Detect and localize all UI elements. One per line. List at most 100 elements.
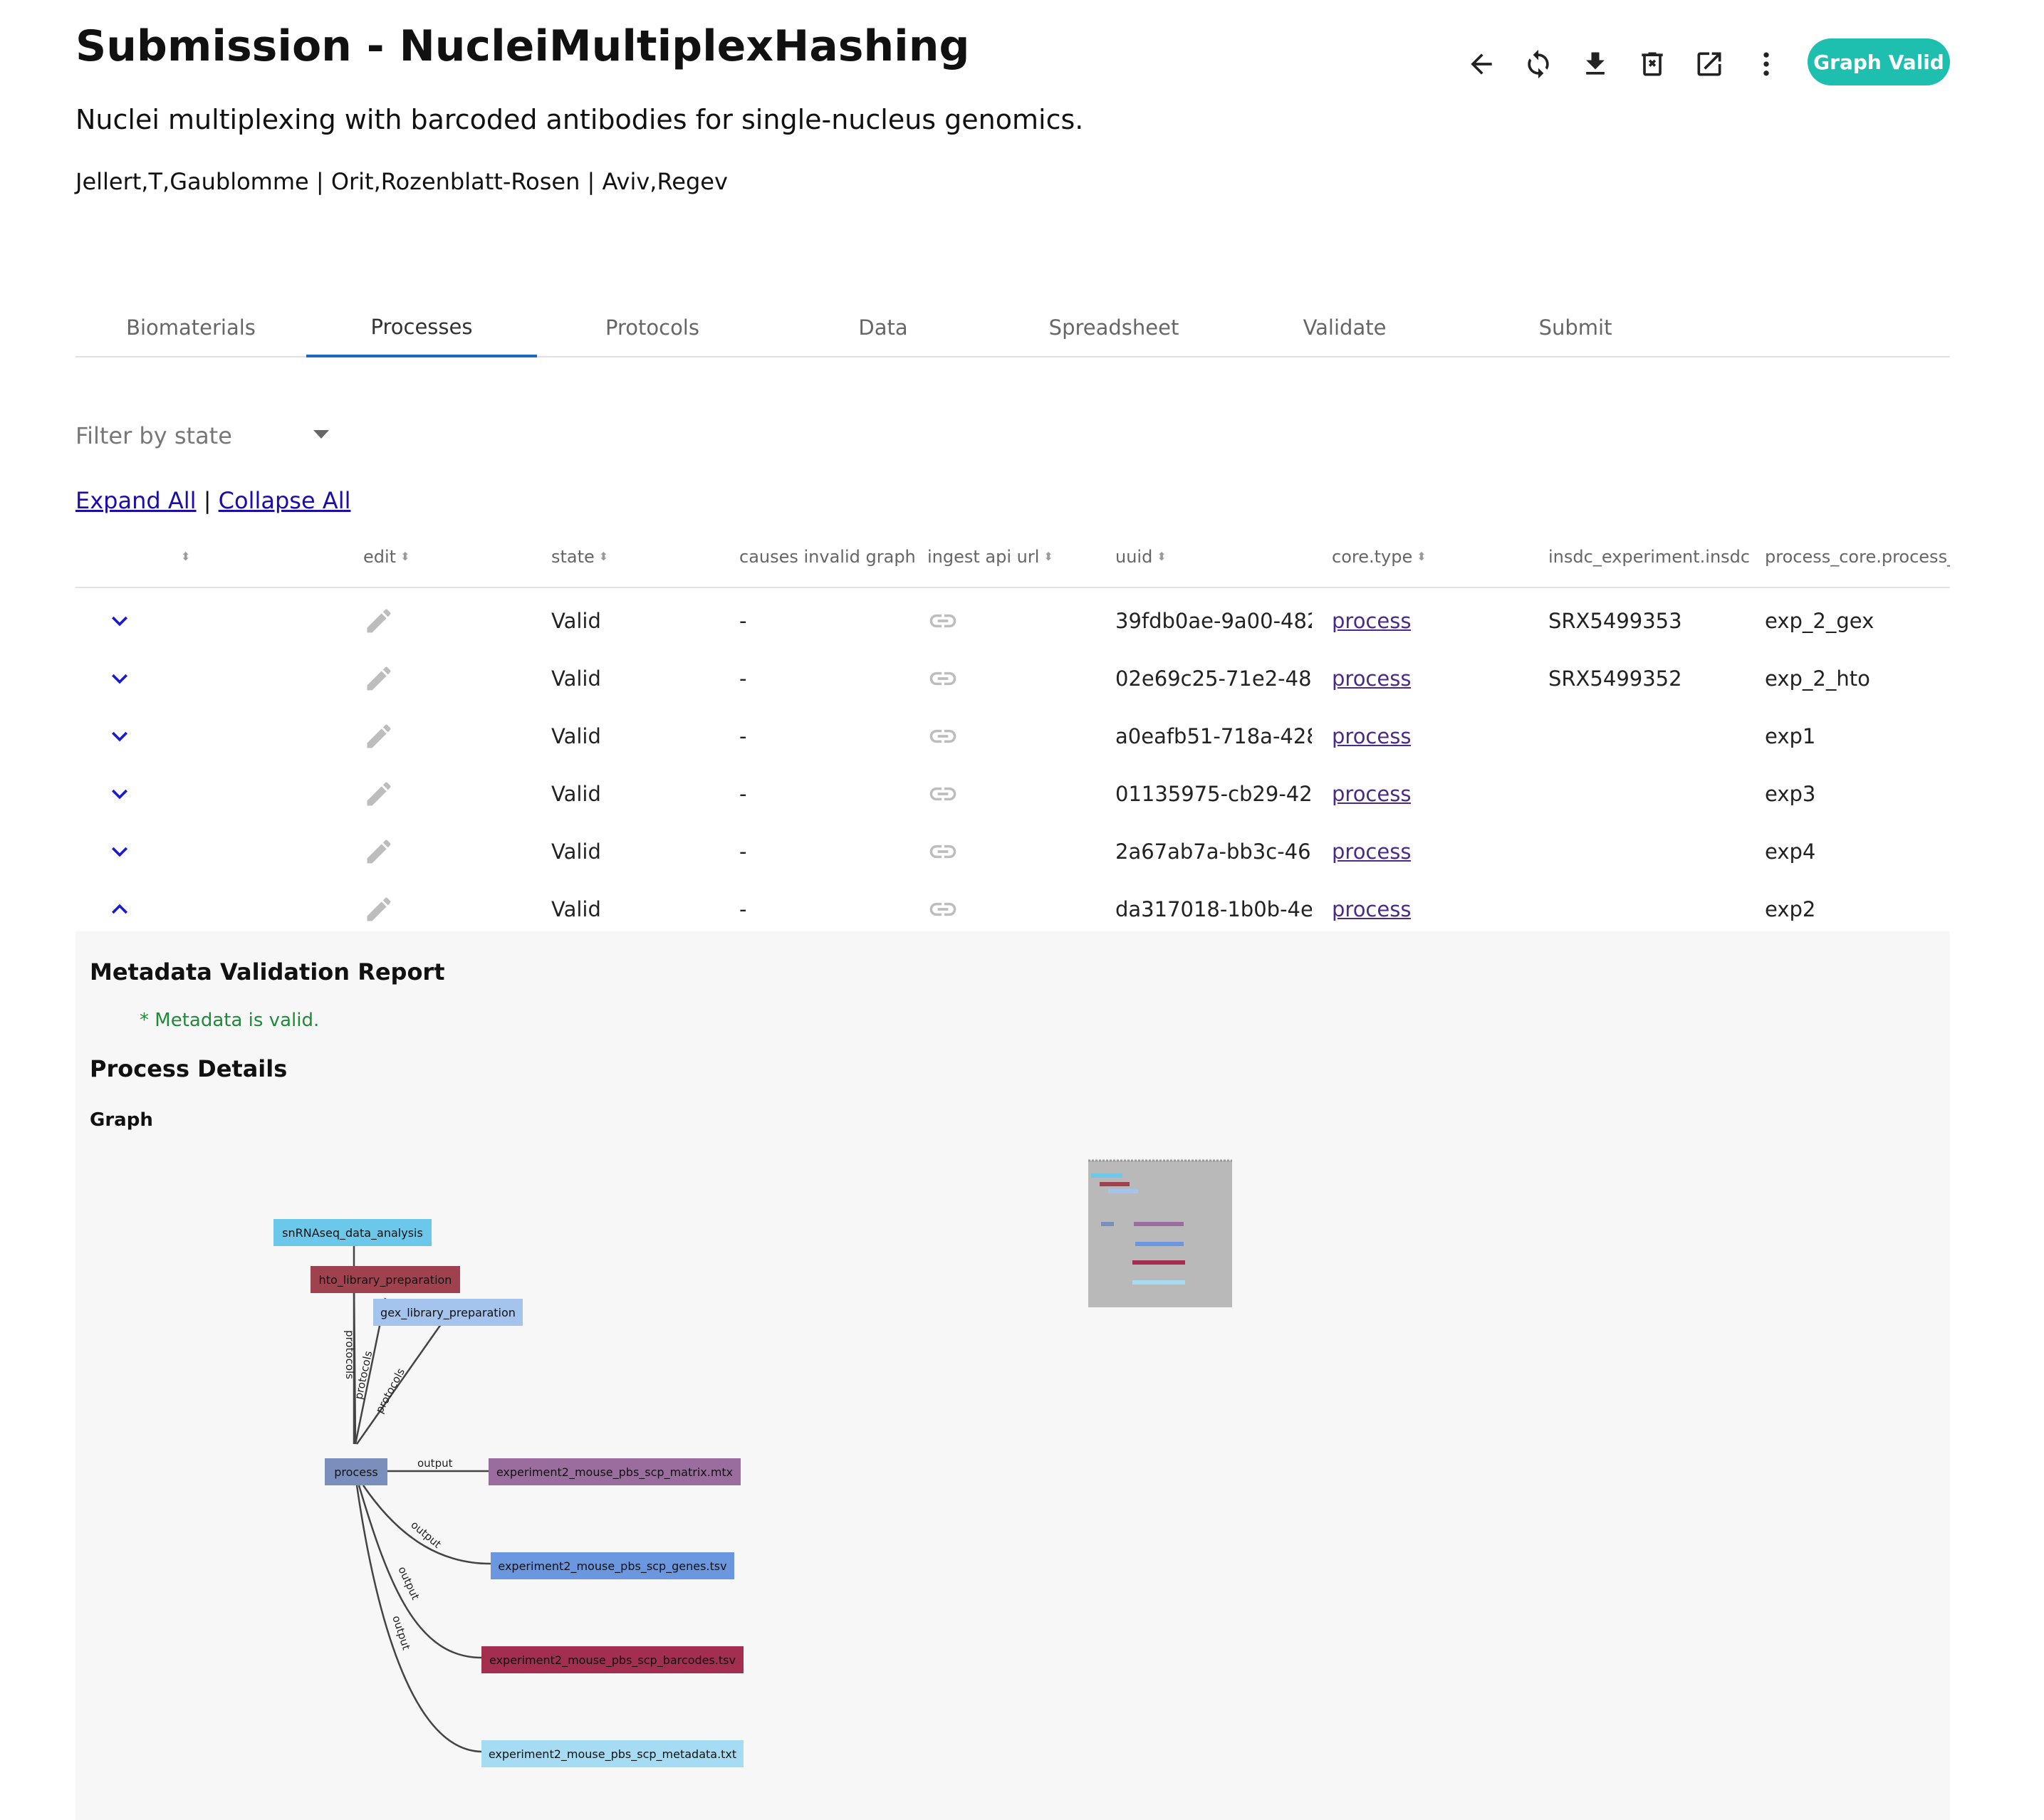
graph-minimap[interactable] — [1088, 1159, 1232, 1307]
link-icon[interactable] — [927, 650, 959, 707]
tab-processes[interactable]: Processes — [306, 299, 537, 357]
edge-process-genes — [362, 1485, 491, 1565]
table-row[interactable]: Valid - 01135975-cb29-428 process exp3 — [75, 765, 1950, 822]
graph-node-data-analysis[interactable]: snRNAseq_data_analysis — [273, 1219, 432, 1246]
svg-text:experiment2_mouse_pbs_scp_matr: experiment2_mouse_pbs_scp_matrix.mtx — [496, 1465, 733, 1480]
chevron-down-icon[interactable] — [104, 592, 135, 649]
tab-validate[interactable]: Validate — [1229, 299, 1460, 356]
graph-node-metadata-file[interactable]: experiment2_mouse_pbs_scp_metadata.txt — [481, 1740, 744, 1767]
sort-icon: ⬍ — [1157, 550, 1167, 563]
graph-node-gex-library-preparation[interactable]: gex_library_preparation — [373, 1299, 523, 1326]
column-header-process-id[interactable]: process_core.process_id — [1765, 527, 1950, 587]
link-icon[interactable] — [927, 708, 959, 765]
graph-node-genes-file[interactable]: experiment2_mouse_pbs_scp_genes.tsv — [491, 1552, 734, 1579]
core-type-link[interactable]: process — [1332, 782, 1411, 806]
core-type-link[interactable]: process — [1332, 840, 1411, 864]
refresh-icon[interactable] — [1518, 44, 1558, 84]
chevron-down-icon[interactable] — [104, 708, 135, 765]
table-row[interactable]: Valid - 39fdb0ae-9a00-482 process SRX5499353… — [75, 592, 1950, 649]
column-header-core-type[interactable]: core.type ⬍ — [1332, 527, 1427, 587]
column-header-causes-invalid-graph[interactable]: causes invalid graph — [739, 527, 916, 587]
chevron-down-icon — [313, 430, 329, 439]
edit-icon[interactable] — [363, 592, 395, 649]
tab-protocols[interactable]: Protocols — [537, 299, 768, 356]
table-row[interactable]: Valid - a0eafb51-718a-428 process exp1 — [75, 708, 1950, 765]
column-header-uuid[interactable]: uuid ⬍ — [1115, 527, 1167, 587]
graph-node-hto-library-preparation[interactable]: hto_library_preparation — [311, 1266, 460, 1293]
edit-icon[interactable] — [363, 881, 395, 938]
graph-node-matrix-file[interactable]: experiment2_mouse_pbs_scp_matrix.mtx — [489, 1458, 741, 1485]
filter-by-state-select[interactable]: Filter by state — [75, 414, 332, 457]
process-id-cell: exp_2_gex — [1765, 609, 1874, 633]
link-icon[interactable] — [927, 881, 959, 938]
causes-invalid-cell: - — [739, 840, 747, 864]
svg-text:process: process — [334, 1465, 377, 1479]
core-type-cell: process — [1332, 765, 1411, 822]
chevron-down-icon[interactable] — [104, 765, 135, 822]
core-type-cell: process — [1332, 708, 1411, 765]
chevron-up-icon[interactable] — [104, 881, 135, 938]
core-type-link[interactable]: process — [1332, 897, 1411, 921]
state-cell: Valid — [551, 782, 601, 806]
edit-icon[interactable] — [363, 708, 395, 765]
submission-authors: Jellert,T,Gaublomme | Orit,Rozenblatt-Ro… — [75, 168, 728, 195]
more-vert-icon[interactable] — [1746, 44, 1786, 84]
table-row[interactable]: Valid - 02e69c25-71e2-48c process SRX5499352… — [75, 650, 1950, 707]
svg-text:experiment2_mouse_pbs_scp_meta: experiment2_mouse_pbs_scp_metadata.txt — [489, 1747, 736, 1762]
sort-icon: ⬍ — [1417, 550, 1427, 563]
chevron-down-icon[interactable] — [104, 823, 135, 880]
link-icon[interactable] — [927, 765, 959, 822]
state-cell: Valid — [551, 840, 601, 864]
expand-all-link[interactable]: Expand All — [75, 487, 197, 514]
edge-process-barcodes — [358, 1485, 482, 1659]
process-id-cell: exp4 — [1765, 840, 1816, 864]
delete-icon[interactable] — [1632, 44, 1672, 84]
arrow-left-icon[interactable] — [1461, 44, 1501, 84]
state-cell: Valid — [551, 666, 601, 691]
column-header-insdc-experiment[interactable]: insdc_experiment.insdc — [1548, 527, 1750, 587]
column-header-edit[interactable]: edit ⬍ — [363, 527, 410, 587]
tab-submit[interactable]: Submit — [1460, 299, 1691, 356]
tab-bar: Biomaterials Processes Protocols Data Sp… — [75, 299, 1950, 357]
link-icon[interactable] — [927, 823, 959, 880]
graph-valid-badge[interactable]: Graph Valid — [1808, 38, 1950, 85]
core-type-link[interactable]: process — [1332, 666, 1411, 691]
table-row[interactable]: Valid - 2a67ab7a-bb3c-468 process exp4 — [75, 823, 1950, 880]
core-type-link[interactable]: process — [1332, 609, 1411, 633]
tab-data[interactable]: Data — [768, 299, 998, 356]
download-icon[interactable] — [1575, 44, 1615, 84]
state-cell: Valid — [551, 897, 601, 921]
process-id-cell: exp2 — [1765, 897, 1816, 921]
open-external-icon[interactable] — [1689, 44, 1729, 84]
process-id-cell: exp3 — [1765, 782, 1816, 806]
core-type-cell: process — [1332, 650, 1411, 707]
sort-icon: ⬍ — [181, 550, 191, 563]
chevron-down-icon[interactable] — [104, 650, 135, 707]
link-icon[interactable] — [927, 592, 959, 649]
table-header: ⬍ edit ⬍ state ⬍ causes invalid graph inge… — [75, 527, 1950, 588]
column-header-ingest-api-url[interactable]: ingest api url ⬍ — [927, 527, 1053, 587]
uuid-cell: 39fdb0ae-9a00-482 — [1115, 609, 1312, 633]
edit-icon[interactable] — [363, 823, 395, 880]
column-header-expand[interactable]: ⬍ — [177, 527, 190, 587]
table-row[interactable]: Valid - da317018-1b0b-4e4 process exp2 — [75, 881, 1950, 938]
process-graph[interactable]: protocols protocols protocols output out… — [75, 931, 1950, 1820]
svg-text:gex_library_preparation: gex_library_preparation — [380, 1306, 516, 1320]
edit-icon[interactable] — [363, 765, 395, 822]
uuid-cell: a0eafb51-718a-428 — [1115, 724, 1312, 748]
graph-node-process[interactable]: process — [325, 1458, 387, 1485]
core-type-link[interactable]: process — [1332, 724, 1411, 748]
filter-placeholder: Filter by state — [75, 422, 232, 449]
sort-icon: ⬍ — [1043, 550, 1053, 563]
uuid-cell: 2a67ab7a-bb3c-468 — [1115, 840, 1312, 864]
process-id-cell: exp_2_hto — [1765, 666, 1870, 691]
tab-biomaterials[interactable]: Biomaterials — [75, 299, 306, 356]
edit-icon[interactable] — [363, 650, 395, 707]
collapse-all-link[interactable]: Collapse All — [219, 487, 351, 514]
edge-label-output: output — [417, 1457, 453, 1470]
sort-icon: ⬍ — [400, 550, 410, 563]
graph-node-barcodes-file[interactable]: experiment2_mouse_pbs_scp_barcodes.tsv — [481, 1646, 744, 1673]
tab-spreadsheet[interactable]: Spreadsheet — [998, 299, 1229, 356]
process-detail-panel: Metadata Validation Report * Metadata is… — [75, 931, 1950, 1820]
column-header-state[interactable]: state ⬍ — [551, 527, 608, 587]
